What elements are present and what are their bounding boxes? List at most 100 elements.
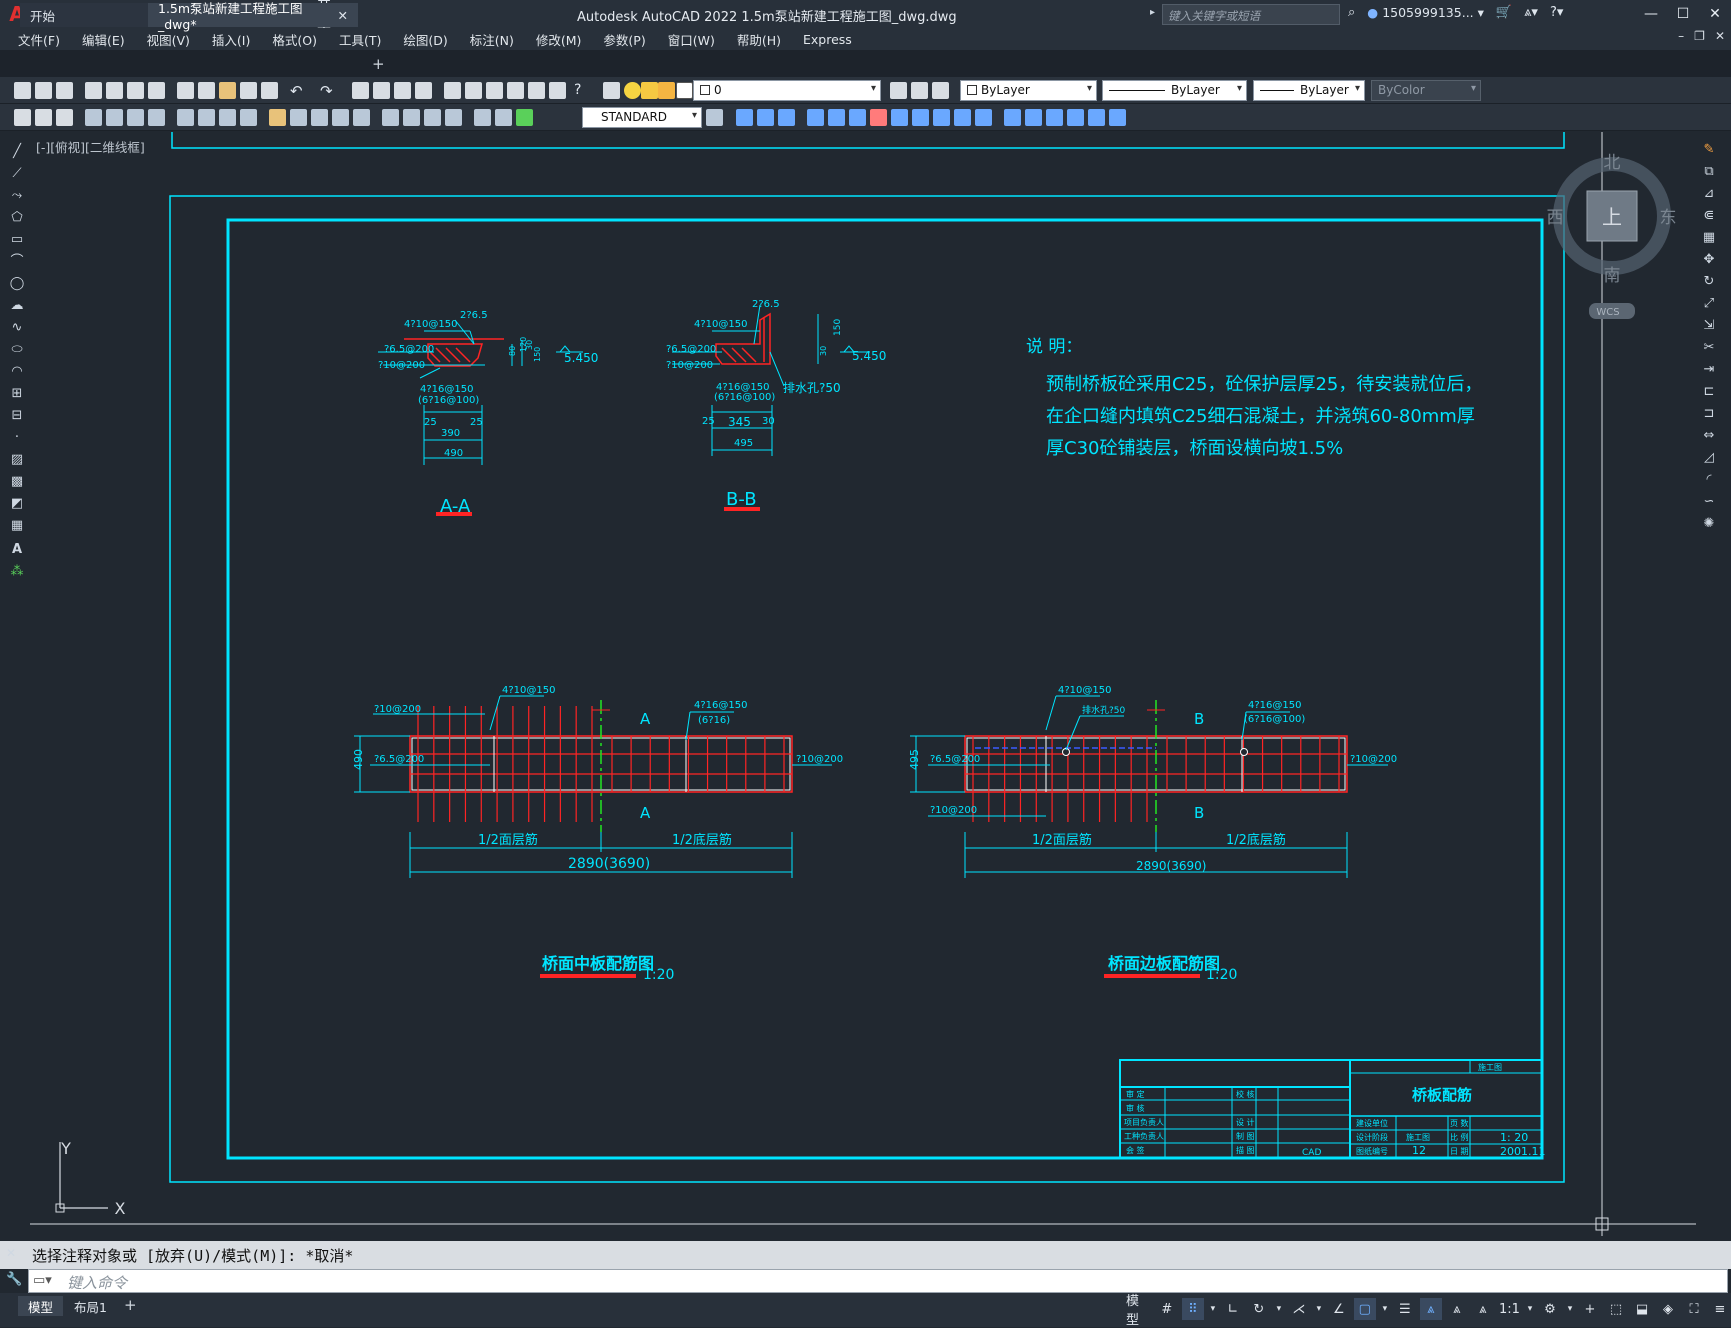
object-snap-dropdown-icon[interactable]: ▾ [1380,1298,1390,1320]
command-prompt-icon[interactable]: ▭▾ [33,1273,52,1288]
insert-block-icon[interactable]: ⊞ [9,386,25,402]
add-selected-icon[interactable]: ⁂ [9,564,25,580]
make-block-icon[interactable]: ⊟ [9,408,25,424]
jogged-linear-icon[interactable] [445,109,462,126]
sheet-set-icon[interactable] [507,82,524,99]
zoom-window-icon[interactable] [394,82,411,99]
menu-express[interactable]: Express [803,32,852,47]
break-icon[interactable]: ⊐ [1701,406,1717,422]
join-icon[interactable]: ⇔ [1701,428,1717,444]
dim-update-icon[interactable] [516,109,533,126]
viewcube-west-label[interactable]: 西 [1547,208,1564,228]
erase-icon[interactable]: ✎ [1701,142,1717,158]
paste-icon[interactable] [219,82,236,99]
offset-icon[interactable]: ⋐ [1701,208,1717,224]
snap-icon[interactable]: ⠿ [1181,1298,1204,1320]
gradient-icon[interactable]: ▩ [9,474,25,490]
maximize-button[interactable]: ☐ [1667,0,1699,28]
model-space-button[interactable]: 模型 [1124,1294,1152,1328]
angular-dim-icon[interactable] [240,109,257,126]
continue-dim-icon[interactable] [311,109,328,126]
polar-dropdown-icon[interactable]: ▾ [1274,1298,1284,1320]
arc-icon[interactable]: ⌒ [9,254,25,270]
rectangle-icon[interactable]: ▭ [9,232,25,248]
dim-text-edit-icon[interactable] [495,109,512,126]
isodraft-dropdown-icon[interactable]: ▾ [1314,1298,1324,1320]
grid-icon[interactable]: # [1156,1298,1178,1320]
plot-toolbar-icon[interactable] [85,82,102,99]
redo-toolbar-icon[interactable]: ↷ [320,82,337,100]
workspace-dropdown-icon[interactable]: ▾ [1565,1298,1575,1320]
properties-icon[interactable] [444,82,461,99]
cart-icon[interactable]: 🛒 [1496,5,1512,20]
diameter-dim-icon[interactable] [219,109,236,126]
polyline-icon[interactable]: ⤳ [9,188,25,204]
calculator-icon[interactable] [549,82,566,99]
intersect-icon[interactable] [778,109,795,126]
tab-start[interactable]: 开始 [20,3,150,27]
open-icon[interactable] [35,82,52,99]
inspection-icon[interactable] [424,109,441,126]
cut-icon[interactable] [177,82,194,99]
move-icon[interactable]: ✥ [1701,252,1717,268]
user-account[interactable]: ● 1505999135... ▾ [1367,5,1484,20]
make-current-icon[interactable] [890,82,907,99]
line-icon[interactable]: ╱ [9,144,25,160]
qnew-icon[interactable] [14,82,31,99]
isodraft-icon[interactable]: ⋌ [1288,1298,1310,1320]
menu-edit[interactable]: 编辑(E) [82,30,125,49]
layer-previous-icon[interactable] [911,82,928,99]
rotate-faces-icon[interactable] [1088,109,1105,126]
object-snap-icon[interactable]: ▢ [1353,1298,1376,1320]
plotstyle-dropdown[interactable]: ByColor ▾ [1371,80,1481,101]
table-icon[interactable]: ▦ [9,518,25,534]
layer-combo[interactable]: 0 ▾ [693,80,881,101]
dim-style-manager-icon[interactable] [706,109,723,126]
layer-states-icon[interactable] [932,82,949,99]
ordinate-dim-icon[interactable] [148,109,165,126]
viewcube-east-label[interactable]: 东 [1660,208,1677,228]
dim-style-dropdown[interactable]: STANDARD ▾ [582,107,702,128]
block-editor-icon[interactable] [261,82,278,99]
menu-modify[interactable]: 修改(M) [536,30,582,49]
lineweight-dropdown[interactable]: ByLayer ▾ [1253,80,1365,101]
explode-icon[interactable]: ✺ [1701,516,1717,532]
scale-icon[interactable]: ⤢ [1701,296,1717,312]
annotation-scale-value[interactable]: 1:1 [1498,1298,1521,1320]
viewcube-north-label[interactable]: 北 [1604,153,1621,173]
menu-insert[interactable]: 插入(I) [212,30,250,49]
array-3d-icon[interactable] [891,109,908,126]
dim-edit-icon[interactable] [474,109,491,126]
extract-edges-icon[interactable] [975,109,992,126]
multiline-text-icon[interactable]: A [9,542,25,558]
tool-palettes-icon[interactable] [486,82,503,99]
taper-faces-icon[interactable] [1109,109,1126,126]
publish-icon[interactable] [127,82,144,99]
doc-minimize-icon[interactable]: – [1678,29,1684,43]
match-prop-icon[interactable] [240,82,257,99]
menu-file[interactable]: 文件(F) [18,30,60,49]
blend-curves-icon[interactable]: ∽ [1701,494,1717,510]
pan-icon[interactable] [352,82,369,99]
command-customize-icon[interactable]: 🔧 [6,1272,22,1287]
fillet-icon[interactable]: ◜ [1701,472,1717,488]
subtract-icon[interactable] [757,109,774,126]
chamfer-icon[interactable]: ◿ [1701,450,1717,466]
3dprint-icon[interactable] [148,82,165,99]
command-close-icon[interactable]: ✕ [6,1246,16,1260]
align-3d-icon[interactable] [849,109,866,126]
doc-restore-icon[interactable]: ❐ [1694,29,1705,43]
command-input[interactable]: ▭▾ 键入命令 [28,1269,1728,1293]
rotate-icon[interactable]: ↻ [1701,274,1717,290]
dim-break-icon[interactable] [353,109,370,126]
viewcube-south-label[interactable]: 南 [1604,266,1621,286]
layer-properties-icon[interactable] [603,82,620,99]
isolate-objects-icon[interactable]: ◈ [1657,1298,1679,1320]
layer-color-icon[interactable] [676,82,693,99]
save-toolbar-icon[interactable] [56,82,73,99]
menu-view[interactable]: 视图(V) [147,30,190,49]
tolerance-icon[interactable] [382,109,399,126]
jogged-dim-icon[interactable] [198,109,215,126]
stretch-icon[interactable]: ⇲ [1701,318,1717,334]
tab-document[interactable]: 1.5m泵站新建工程施工图_dwg* ✕ [148,1,358,32]
